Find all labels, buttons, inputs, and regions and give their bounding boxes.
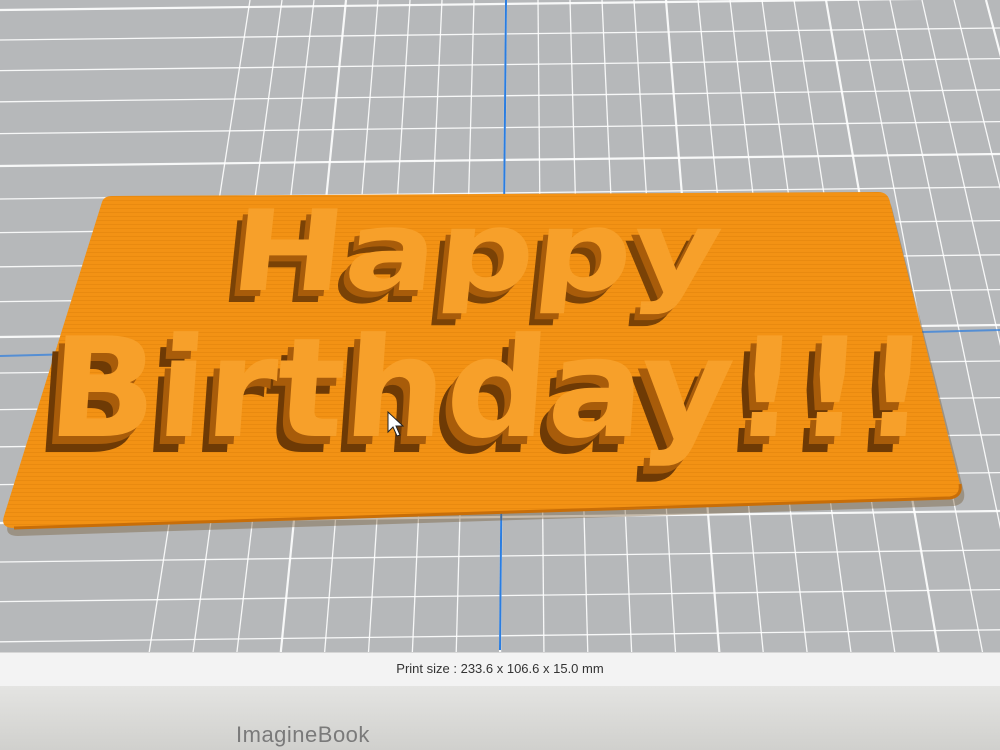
slicer-window: Happy Happy Happy Birthday!!! Birthday!!… (0, 0, 1000, 660)
3d-viewport[interactable]: Happy Happy Happy Birthday!!! Birthday!!… (0, 0, 1000, 660)
status-bar: Print size : 233.6 x 106.6 x 15.0 mm (0, 652, 1000, 687)
text-birthday: Birthday!!! Birthday!!! Birthday!!! (30, 308, 934, 485)
laptop-brand-logo: ImagineBook (236, 722, 370, 747)
laptop-bezel: ImagineBook (0, 686, 1000, 750)
text-happy-face: Happy (225, 187, 729, 317)
text-birthday-face: Birthday!!! (43, 308, 934, 469)
print-size-label: Print size : 233.6 x 106.6 x 15.0 mm (396, 661, 604, 676)
